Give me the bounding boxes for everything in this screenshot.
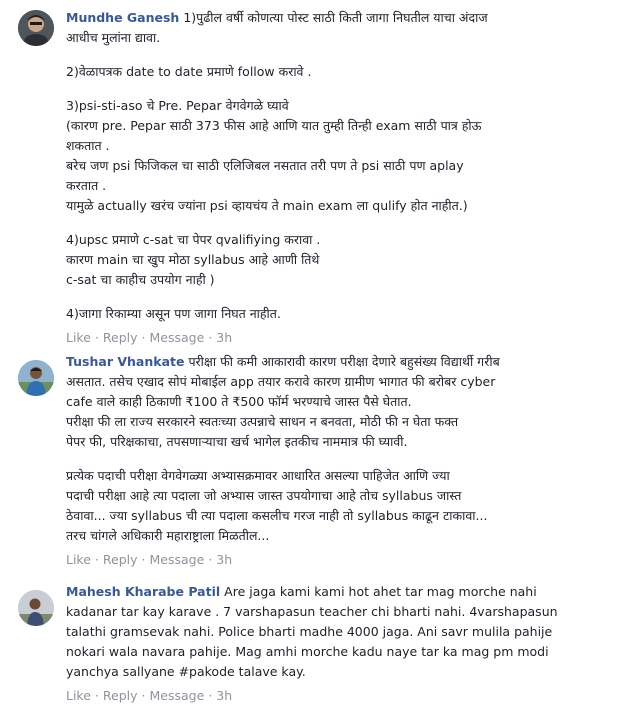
comment-text-line: nokari wala navara pahije. Mag amhi morc… [66, 644, 549, 659]
comment-timestamp[interactable]: 3h [216, 330, 232, 345]
reply-link[interactable]: Reply [103, 330, 138, 345]
like-link[interactable]: Like [66, 688, 91, 703]
comment-text-line: kadanar tar kay karave . 7 varshapasun t… [66, 604, 558, 619]
comment-author-name[interactable]: Mundhe Ganesh [66, 10, 179, 25]
comment-actions: Like · Reply · Message · 3h [66, 330, 233, 345]
comment-text-line: प्रत्येक पदाची परीक्षा वेगवेगळ्या अभ्यास… [66, 468, 450, 483]
comment-text-line: शकतात . [66, 138, 110, 153]
comment-text-line: पदाची परीक्षा आहे त्या पदाला जो अभ्यास ज… [66, 488, 462, 503]
comment-text-line: करतात . [66, 178, 107, 193]
comment-text-line: (कारण pre. Pepar साठी 373 फीस आहे आणि या… [66, 118, 482, 133]
comment-text-line: आधीच मुलांना द्यावा. [66, 30, 161, 45]
person-photo-icon [18, 360, 54, 396]
comment-timestamp[interactable]: 3h [216, 552, 232, 567]
comment-text-line: 1)पुढील वर्षी कोणत्या पोस्ट साठी किती जा… [183, 10, 488, 25]
comment-text-line: 2)वेळापत्रक date to date प्रमाणे follow … [66, 64, 312, 79]
comment-text-line: 4)upsc प्रमाणे c-sat चा पेपर qvalifiying… [66, 232, 321, 247]
comment-actions: Like · Reply · Message · 3h [66, 688, 233, 703]
comment-text-line: cafe वाले काही ठिकाणी ₹100 ते ₹500 फॉर्म… [66, 394, 412, 409]
avatar[interactable] [18, 590, 54, 626]
comment-author-name[interactable]: Tushar Vhankate [66, 354, 184, 369]
comment-text-line: c-sat चा काहीच उपयोग नाही ) [66, 272, 215, 287]
comment-text-line: कारण main चा खुप मोठा syllabus आहे आणी त… [66, 252, 320, 267]
comment-text-line: तरच चांगले अधिकारी महाराष्ट्राला मिळतील.… [66, 528, 270, 543]
comment-text-line: 3)psi-sti-aso चे Pre. Pepar वेगवेगळे घ्य… [66, 98, 289, 113]
message-link[interactable]: Message [150, 330, 205, 345]
message-link[interactable]: Message [150, 688, 205, 703]
message-link[interactable]: Message [150, 552, 205, 567]
person-photo-icon [18, 10, 54, 46]
comment-text-line: 4)जागा रिकाम्या असून पण जागा निघत नाहीत. [66, 306, 281, 321]
comment-text-line: बरेच जण psi फिजिकल चा साठी एलिजिबल नसतात… [66, 158, 464, 173]
avatar[interactable] [18, 10, 54, 46]
comment-text-line: ठेवावा... ज्या syllabus ची त्या पदाला कस… [66, 508, 488, 523]
comment-actions: Like · Reply · Message · 3h [66, 552, 233, 567]
comment-text-line: यामुळे actually खरंच ज्यांना psi व्हायचं… [66, 198, 468, 213]
like-link[interactable]: Like [66, 552, 91, 567]
comment-text-line: Are jaga kami kami hot ahet tar mag morc… [224, 584, 537, 599]
comment-text-line: परीक्षा फी ला राज्य सरकारने स्वतःच्या उत… [66, 414, 459, 429]
comment-text-line: परीक्षा फी कमी आकारावी कारण परीक्षा देणा… [188, 354, 500, 369]
comment-thread: Mundhe Ganesh 1)पुढील वर्षी कोणत्या पोस्ट… [0, 0, 640, 716]
person-photo-icon [18, 590, 54, 626]
reply-link[interactable]: Reply [103, 552, 138, 567]
comment-text-line: असतात. तसेच एखाद सोपं मोबाईल app तयार कर… [66, 374, 496, 389]
comment-timestamp[interactable]: 3h [216, 688, 232, 703]
comment-author-name[interactable]: Mahesh Kharabe Patil [66, 584, 220, 599]
comment-text-line: talathi gramsevak nahi. Police bharti ma… [66, 624, 553, 639]
like-link[interactable]: Like [66, 330, 91, 345]
comment-text-line: पेपर फी, परिक्षकाचा, तपसणाऱ्याचा खर्च भा… [66, 434, 408, 449]
comment-text-line: yanchya sallyane #pakode talave kay. [66, 664, 306, 679]
avatar[interactable] [18, 360, 54, 396]
reply-link[interactable]: Reply [103, 688, 138, 703]
